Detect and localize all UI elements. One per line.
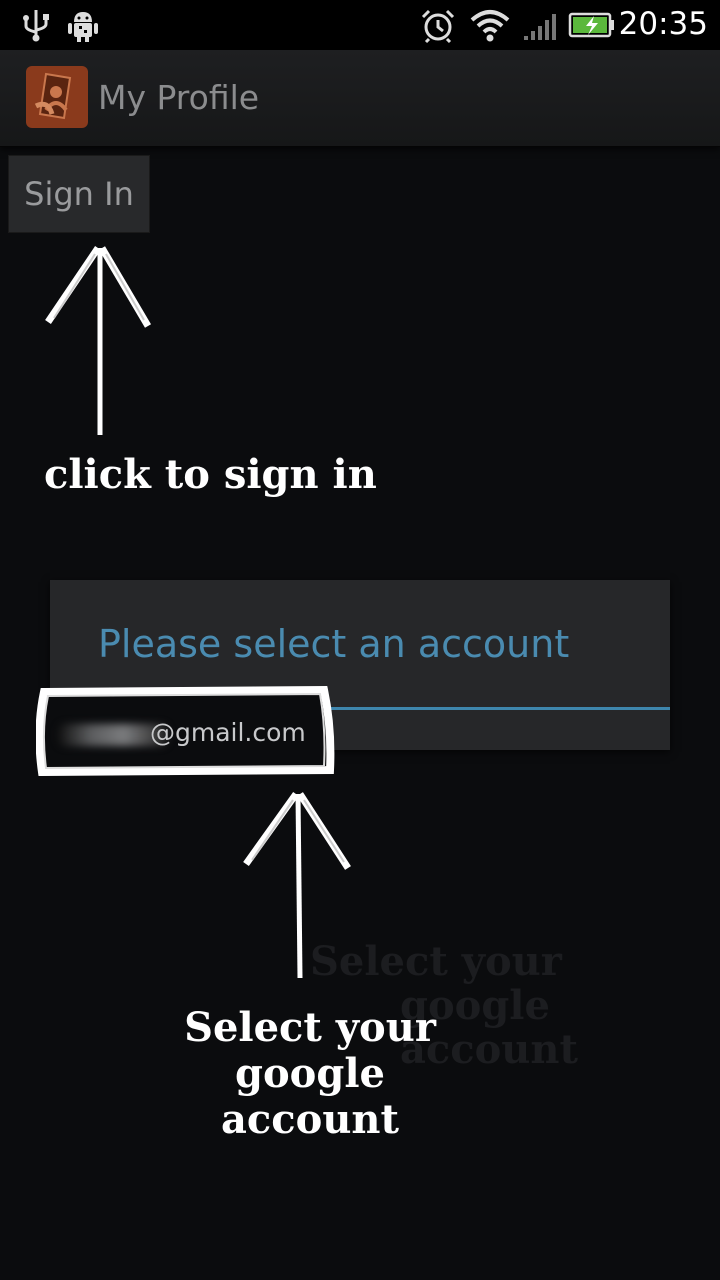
clock-time: 20:35	[618, 6, 708, 42]
account-list-item[interactable]: @gmail.com	[36, 684, 336, 776]
account-hint-line2: google account	[221, 1050, 399, 1143]
android-debug-icon	[68, 12, 98, 42]
signal-icon	[524, 14, 556, 40]
usb-icon	[23, 10, 49, 42]
status-bar: 20:35	[0, 0, 720, 50]
dialog-title: Please select an account	[98, 622, 570, 666]
sign-in-hint-text: click to sign in	[44, 451, 377, 498]
battery-charging-icon	[568, 12, 614, 38]
account-hint-line1: Select your	[184, 1004, 436, 1051]
account-hint-text: Select your google account	[150, 1005, 470, 1143]
sign-in-button[interactable]: Sign In	[8, 155, 150, 233]
arrow-up-icon	[45, 246, 152, 435]
wifi-icon	[470, 10, 510, 42]
account-email: @gmail.com	[150, 718, 306, 747]
app-title: My Profile	[98, 78, 260, 117]
action-bar: My Profile	[0, 50, 720, 147]
profile-app-icon	[26, 66, 88, 128]
alarm-icon	[421, 9, 455, 44]
